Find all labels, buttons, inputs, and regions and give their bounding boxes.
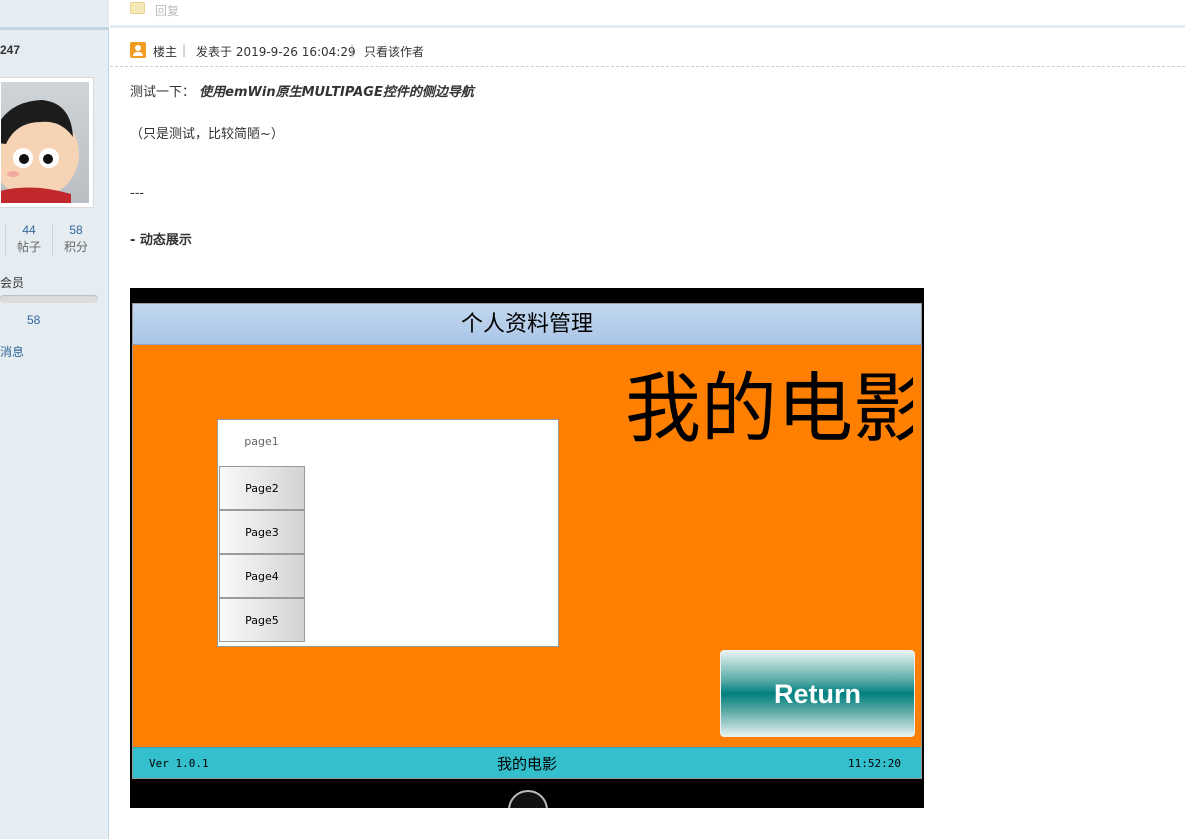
reply-icon[interactable] [130,2,145,14]
tab-page5[interactable]: Page5 [219,598,305,642]
author-username[interactable]: 247 [0,43,20,57]
user-group[interactable]: 会员 [0,274,24,291]
send-message-link[interactable]: 消息 [0,343,24,360]
cartoon-boy-icon [1,100,79,203]
tab-page2[interactable]: Page2 [219,466,305,510]
stat-posts-value: 44 [22,223,36,237]
stat-credits-value: 58 [69,223,83,237]
avatar-image [1,82,89,203]
author-stats: 44 帖子 58 积分 [0,222,100,258]
stat-credits[interactable]: 58 积分 [53,222,99,256]
intro-prefix: 测试一下： [130,85,196,100]
post-header: 楼主 | 发表于 2019-9-26 16:04:29 | 只看该作者 [110,35,1185,67]
stat-posts-label: 帖子 [16,240,41,254]
header-separator: | [182,43,187,57]
header-separator: | [350,43,355,57]
stat-credits-label: 积分 [63,240,88,254]
tab-page4[interactable]: Page4 [219,554,305,598]
intro-line: 测试一下： 使用emWin原生MULTIPAGE控件的侧边导航 [130,81,474,100]
only-author-link[interactable]: 只看该作者 [364,43,424,60]
thread-starter-icon [130,42,146,58]
status-title: 我的电影 [496,755,557,773]
status-bar: Ver 1.0.1 我的电影 11:52:20 [133,747,921,778]
emwin-screen: 个人资料管理 page1 Page2 Page3 Page4 Page5 我的电… [132,303,922,779]
note-line: （只是测试，比较简陋~） [130,127,284,142]
section-heading: - 动态展示 [130,233,192,248]
reply-link[interactable]: 回复 [155,2,179,19]
clock: 11:52:20 [848,757,901,770]
thread-starter-label: 楼主 [153,45,178,59]
post-timestamp: 发表于 2019-9-26 16:04:29 [196,45,356,59]
sidebar-top-band [0,0,109,30]
intro-title: 使用emWin原生MULTIPAGE控件的侧边导航 [199,85,474,100]
author-sidebar: 247 44 帖子 58 积分 会员 58 消息 [0,0,109,839]
big-title: 我的电影 [625,364,913,453]
power-knob-icon [508,790,548,808]
tab-page1[interactable]: page1 [217,419,305,466]
credits-value: 58 [27,313,41,327]
stat-posts[interactable]: 44 帖子 [6,222,52,256]
multipage-widget: page1 Page2 Page3 Page4 Page5 [217,419,559,647]
avatar[interactable] [0,77,94,208]
return-button[interactable]: Return [720,650,915,737]
screen-title: 个人资料管理 [133,304,921,345]
forum-page: 247 44 帖子 58 积分 会员 58 消息 回复 楼主 | 发表于 201… [0,0,1185,839]
level-progress-bar [0,295,98,303]
embedded-screenshot[interactable]: 个人资料管理 page1 Page2 Page3 Page4 Page5 我的电… [130,288,924,808]
tab-page3[interactable]: Page3 [219,510,305,554]
divider-line: --- [130,186,145,201]
previous-post-actions: 回复 [110,0,1185,28]
